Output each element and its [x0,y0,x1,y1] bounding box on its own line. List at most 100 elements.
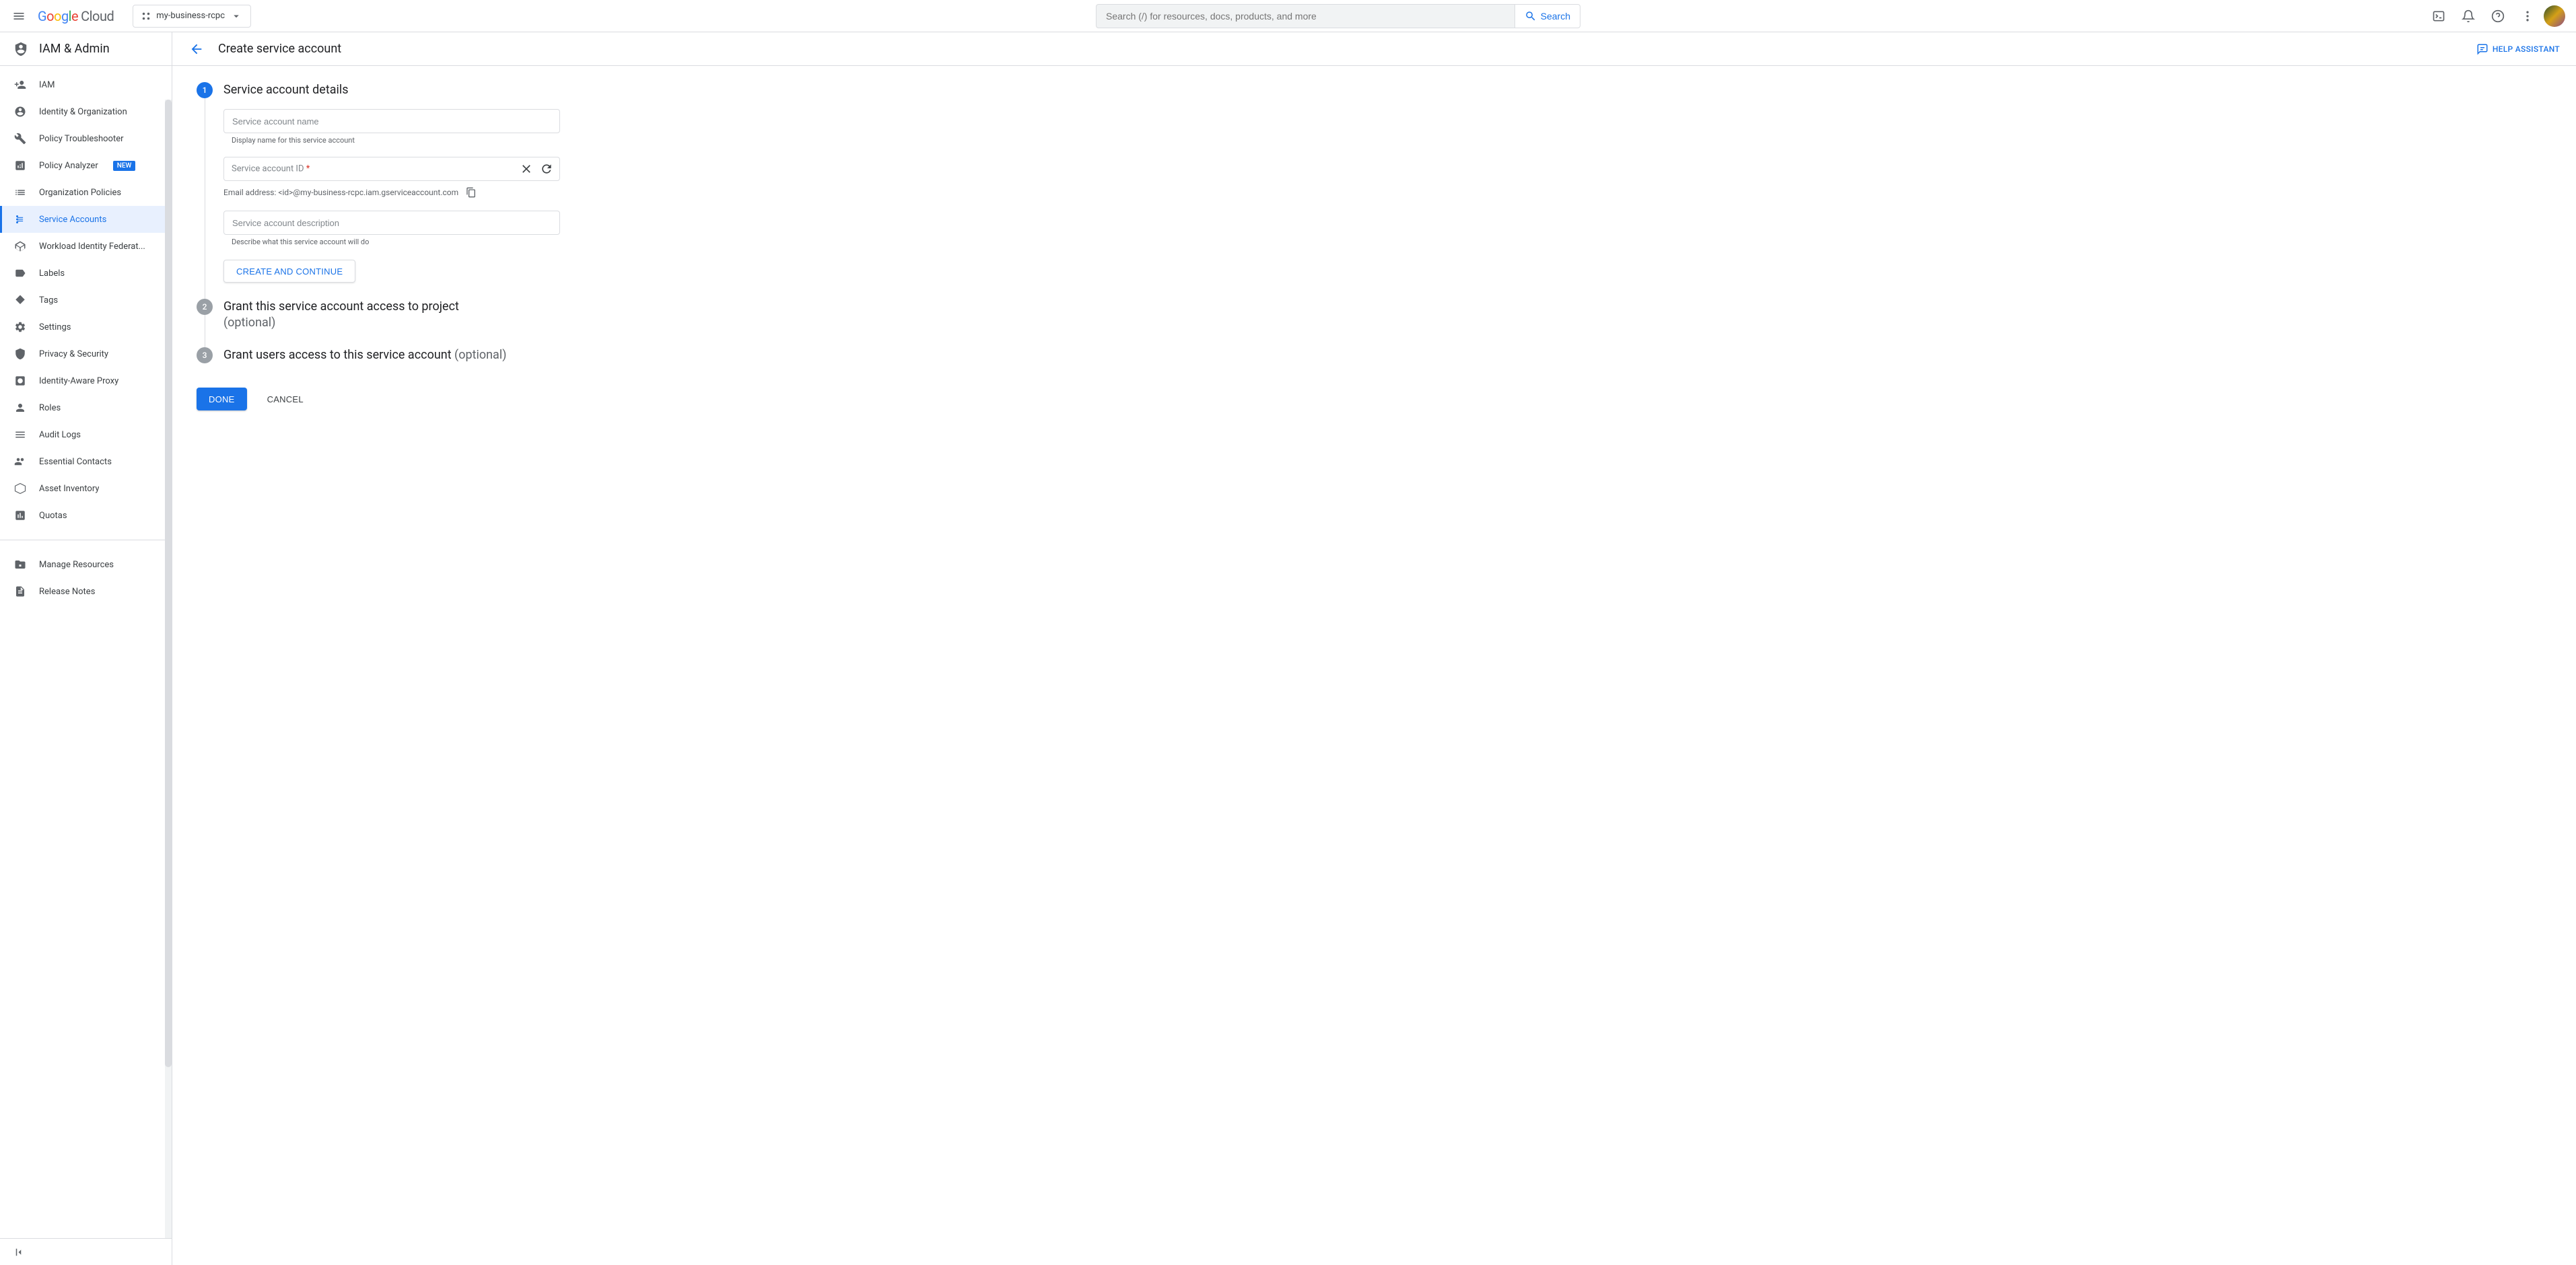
sidebar-item-release-notes[interactable]: Release Notes [0,578,172,605]
clear-id-button[interactable] [518,161,534,177]
done-button[interactable]: DONE [197,388,247,410]
step-1-indicator: 1 [197,82,213,299]
wrench-icon [13,132,27,145]
back-button[interactable] [188,41,205,57]
sidebar-item-label: Audit Logs [39,430,81,440]
search-input[interactable] [1096,4,1515,28]
sidebar-item-iam[interactable]: IAM [0,71,172,98]
contacts-icon [13,455,27,468]
sidebar-title: IAM & Admin [39,42,110,56]
search-button-label: Search [1541,11,1570,22]
project-selector[interactable]: my-business-rcpc [133,5,251,28]
service-account-name-input[interactable] [223,109,560,133]
sidebar-item-label: Policy Troubleshooter [39,134,124,144]
chat-icon [2476,43,2488,55]
help-icon [2491,9,2505,23]
workload-icon [13,240,27,253]
create-and-continue-button[interactable]: CREATE AND CONTINUE [223,260,355,283]
sidebar: IAM & Admin IAM Identity & Organization Po… [0,32,172,1265]
sidebar-item-label: Identity & Organization [39,107,127,117]
sidebar-item-service-accounts[interactable]: Service Accounts [0,206,172,233]
search-button[interactable]: Search [1515,4,1580,28]
cloud-shell-button[interactable] [2425,3,2452,30]
page-title: Create service account [218,42,341,56]
step-2-title[interactable]: Grant this service account access to pro… [223,299,2552,331]
person-add-icon [13,78,27,92]
sidebar-item-quotas[interactable]: Quotas [0,502,172,529]
sidebar-scroll: IAM Identity & Organization Policy Trouble… [0,66,172,1238]
help-assistant-button[interactable]: HELP ASSISTANT [2476,43,2560,55]
sidebar-item-policy-analyzer[interactable]: Policy AnalyzerNEW [0,152,172,179]
header-icons [2425,3,2571,30]
collapse-icon [13,1246,26,1258]
regenerate-id-button[interactable] [538,161,555,177]
notifications-button[interactable] [2455,3,2482,30]
sidebar-item-identity-aware-proxy[interactable]: Identity-Aware Proxy [0,367,172,394]
content: 1 Service account details Display name f… [172,66,2576,1265]
audit-icon [13,428,27,441]
step-1: 1 Service account details Display name f… [197,82,2552,299]
tag-icon [13,293,27,307]
new-badge: NEW [113,161,136,171]
bell-icon [2462,9,2475,23]
sidebar-item-label: Labels [39,268,65,279]
description-helper-text: Describe what this service account will … [223,238,560,246]
sidebar-item-labels[interactable]: Labels [0,260,172,287]
sidebar-item-label: Organization Policies [39,188,121,198]
sidebar-item-label: Release Notes [39,587,95,597]
sidebar-collapse[interactable] [0,1238,172,1265]
sidebar-item-settings[interactable]: Settings [0,314,172,340]
sidebar-item-label: Roles [39,403,61,413]
sidebar-item-label: Service Accounts [39,215,106,225]
service-account-id-input[interactable] [223,157,560,181]
arrow-back-icon [189,42,204,57]
step-2: 2 Grant this service account access to p… [197,299,2552,347]
search-icon [1525,10,1537,22]
list-icon [13,186,27,199]
iam-admin-icon [13,42,28,57]
sidebar-item-workload-identity-federat[interactable]: Workload Identity Federat... [0,233,172,260]
more-vert-icon [2521,9,2534,23]
label-icon [13,266,27,280]
project-icon [141,11,151,21]
notes-icon [13,585,27,598]
user-avatar[interactable] [2544,5,2565,27]
step-3-title[interactable]: Grant users access to this service accou… [223,347,2552,363]
sidebar-item-tags[interactable]: Tags [0,287,172,314]
help-assistant-label: HELP ASSISTANT [2493,44,2560,54]
sidebar-item-policy-troubleshooter[interactable]: Policy Troubleshooter [0,125,172,152]
sidebar-item-label: Manage Resources [39,560,114,570]
page-header: Create service account HELP ASSISTANT [172,32,2576,66]
cancel-button[interactable]: CANCEL [255,388,316,410]
proxy-icon [13,374,27,388]
email-address-line: Email address: <id>@my-business-rcpc.iam… [223,186,2552,198]
sidebar-scrollbar-thumb[interactable] [165,100,172,1067]
more-button[interactable] [2514,3,2541,30]
hamburger-menu[interactable] [5,3,32,30]
help-button[interactable] [2484,3,2511,30]
sidebar-item-asset-inventory[interactable]: Asset Inventory [0,475,172,502]
dropdown-icon [230,10,242,22]
sidebar-item-label: Settings [39,322,71,332]
sidebar-item-label: Workload Identity Federat... [39,242,145,252]
sidebar-item-identity-organization[interactable]: Identity & Organization [0,98,172,125]
service-account-icon [13,213,27,226]
sidebar-item-essential-contacts[interactable]: Essential Contacts [0,448,172,475]
terminal-icon [2432,9,2445,23]
nav-list: IAM Identity & Organization Policy Trouble… [0,66,172,534]
shield-icon [13,347,27,361]
logo-cloud-text: Cloud [81,8,114,24]
sidebar-item-audit-logs[interactable]: Audit Logs [0,421,172,448]
sidebar-scrollbar[interactable] [165,100,172,1238]
sidebar-item-manage-resources[interactable]: Manage Resources [0,551,172,578]
copy-email-button[interactable] [465,186,477,198]
sidebar-item-roles[interactable]: Roles [0,394,172,421]
sidebar-item-label: Identity-Aware Proxy [39,376,118,386]
google-cloud-logo[interactable]: Google Cloud [38,8,114,24]
main: Create service account HELP ASSISTANT 1 … [172,32,2576,1265]
name-helper-text: Display name for this service account [223,136,560,145]
service-account-description-input[interactable] [223,211,560,235]
sidebar-item-organization-policies[interactable]: Organization Policies [0,179,172,206]
sidebar-item-label: Tags [39,295,58,305]
sidebar-item-privacy-security[interactable]: Privacy & Security [0,340,172,367]
